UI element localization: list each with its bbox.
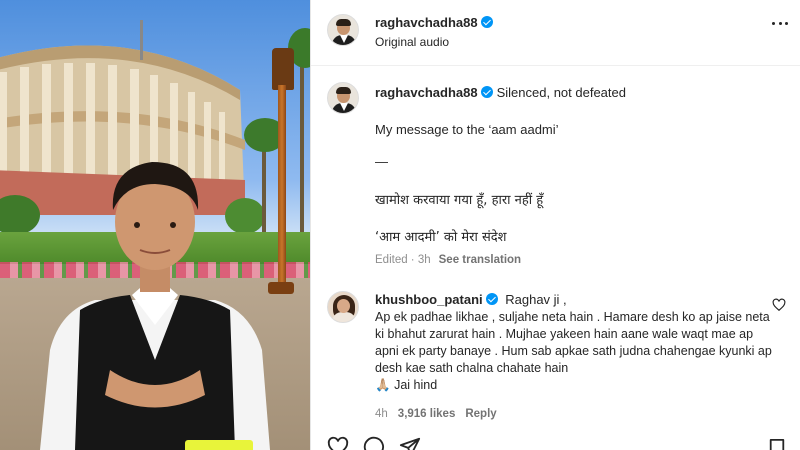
commenter-username[interactable]: khushboo_patani	[375, 292, 483, 307]
heart-icon[interactable]	[327, 436, 349, 450]
lamp-post	[278, 85, 286, 290]
caption-header: raghavchadha88 Silenced, not defeated	[375, 85, 626, 100]
comment-text: Ap ek padhae likhae , suljahe neta hain …	[375, 309, 775, 394]
post-header: raghavchadha88 Original audio	[311, 0, 800, 66]
edited-time: Edited · 3h	[375, 254, 431, 266]
caption-inline-text: Silenced, not defeated	[496, 85, 626, 100]
post-media[interactable]	[0, 0, 310, 450]
share-icon[interactable]	[399, 436, 421, 450]
comment-likes[interactable]: 3,916 likes	[398, 408, 456, 420]
comment-body: Ap ek padhae likhae , suljahe neta hain …	[375, 310, 772, 375]
comment-time: 4h	[375, 408, 388, 420]
verified-badge-icon	[485, 293, 498, 305]
action-bar	[327, 436, 421, 450]
caption-line: My message to the ‘aam aadmi’	[375, 122, 559, 137]
palm-trunk-right	[300, 40, 304, 240]
comment-icon[interactable]	[363, 436, 385, 450]
more-options-icon[interactable]	[772, 22, 788, 28]
author-username-row[interactable]: raghavchadha88	[375, 14, 493, 32]
lamp-head	[272, 48, 294, 90]
lamp-base	[268, 282, 294, 294]
caption-author-avatar[interactable]	[327, 82, 359, 114]
audio-link[interactable]: Original audio	[375, 35, 449, 49]
post-details-panel: raghavchadha88 Original audio raghavchad…	[311, 0, 800, 450]
video-sticker	[185, 440, 253, 450]
bookmark-icon[interactable]	[768, 438, 786, 450]
caption-author-username[interactable]: raghavchadha88	[375, 85, 478, 100]
caption-hindi-line: ‘आम आदमी’ को मेरा संदेश	[375, 230, 507, 245]
comment-first-line: Raghav ji ,	[505, 292, 567, 307]
author-avatar[interactable]	[327, 14, 359, 46]
verified-badge-icon	[480, 86, 493, 98]
verified-badge-icon	[480, 16, 493, 28]
comment-header: khushboo_patani Raghav ji ,	[375, 292, 567, 307]
caption-meta: Edited · 3h See translation	[375, 254, 521, 266]
caption-hindi-line: खामोश करवाया गया हूँ, हारा नहीं हूँ	[375, 193, 544, 208]
comment-meta: 4h 3,916 likes Reply	[375, 408, 507, 420]
heart-icon[interactable]	[772, 298, 786, 312]
commenter-avatar[interactable]	[327, 291, 359, 323]
author-username[interactable]: raghavchadha88	[375, 15, 478, 30]
comment-sign-off: Jai hind	[394, 378, 438, 392]
speaker-person	[40, 162, 270, 450]
emoji: 🙏🏼	[375, 378, 391, 392]
reply-button[interactable]: Reply	[465, 408, 496, 420]
caption-dash: —	[375, 154, 388, 169]
see-translation-link[interactable]: See translation	[439, 254, 521, 266]
